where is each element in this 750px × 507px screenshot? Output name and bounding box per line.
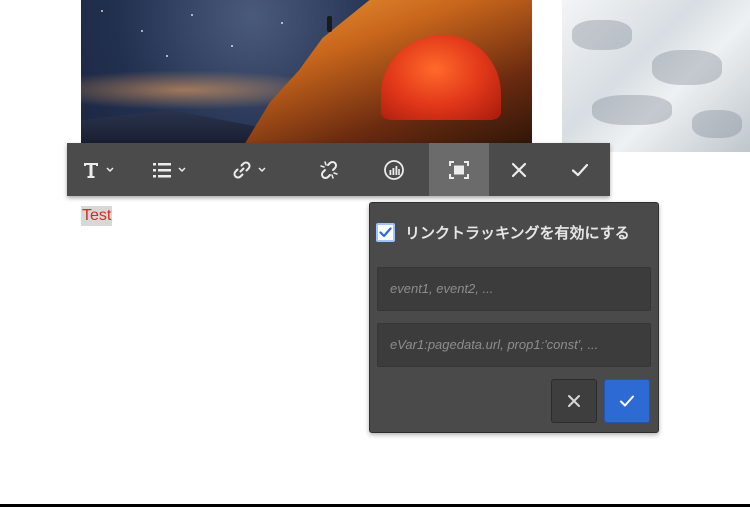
popover-cancel-button[interactable]	[551, 379, 597, 423]
close-icon	[568, 395, 580, 407]
link-tracking-label: リンクトラッキングを有効にする	[405, 225, 630, 242]
snow-photo	[562, 0, 750, 152]
analytics-button[interactable]	[369, 143, 419, 196]
star	[281, 22, 283, 24]
popover-confirm-button[interactable]	[604, 379, 650, 423]
analytics-icon	[384, 159, 404, 180]
star	[101, 10, 103, 12]
text-format-icon	[84, 162, 98, 178]
chevron-down-icon	[178, 166, 186, 172]
star	[166, 55, 168, 57]
rich-text-toolbar	[67, 143, 610, 196]
list-button[interactable]	[129, 143, 209, 196]
unlink-icon	[320, 160, 338, 179]
camping-photo	[81, 0, 532, 143]
star	[191, 14, 193, 16]
link-tracking-checkbox[interactable]	[376, 223, 395, 242]
variables-input[interactable]	[377, 323, 651, 367]
link-icon	[233, 160, 251, 179]
snow-crag	[692, 110, 742, 138]
checkmark-icon	[571, 163, 588, 176]
chevron-down-icon	[106, 166, 114, 172]
fullscreen-icon	[449, 160, 469, 179]
snow-crag	[592, 95, 672, 125]
person-silhouette	[327, 16, 332, 32]
events-input[interactable]	[377, 267, 651, 311]
link-tracking-toggle[interactable]: リンクトラッキングを有効にする	[376, 222, 630, 243]
link-tracking-popover: リンクトラッキングを有効にする	[369, 202, 659, 433]
fullscreen-button[interactable]	[429, 143, 489, 196]
list-icon	[153, 162, 171, 177]
chevron-down-icon	[258, 166, 266, 172]
checkmark-icon	[620, 395, 634, 407]
unlink-button[interactable]	[289, 143, 369, 196]
close-icon	[511, 162, 527, 177]
link-button[interactable]	[209, 143, 289, 196]
confirm-button[interactable]	[549, 143, 610, 196]
checkmark-icon	[379, 227, 392, 238]
selected-text[interactable]: Test	[81, 206, 113, 226]
snow-crag	[572, 20, 632, 50]
snow-crag	[652, 50, 722, 85]
star	[231, 45, 233, 47]
close-button[interactable]	[489, 143, 549, 196]
star	[141, 30, 143, 32]
text-format-button[interactable]	[67, 143, 129, 196]
